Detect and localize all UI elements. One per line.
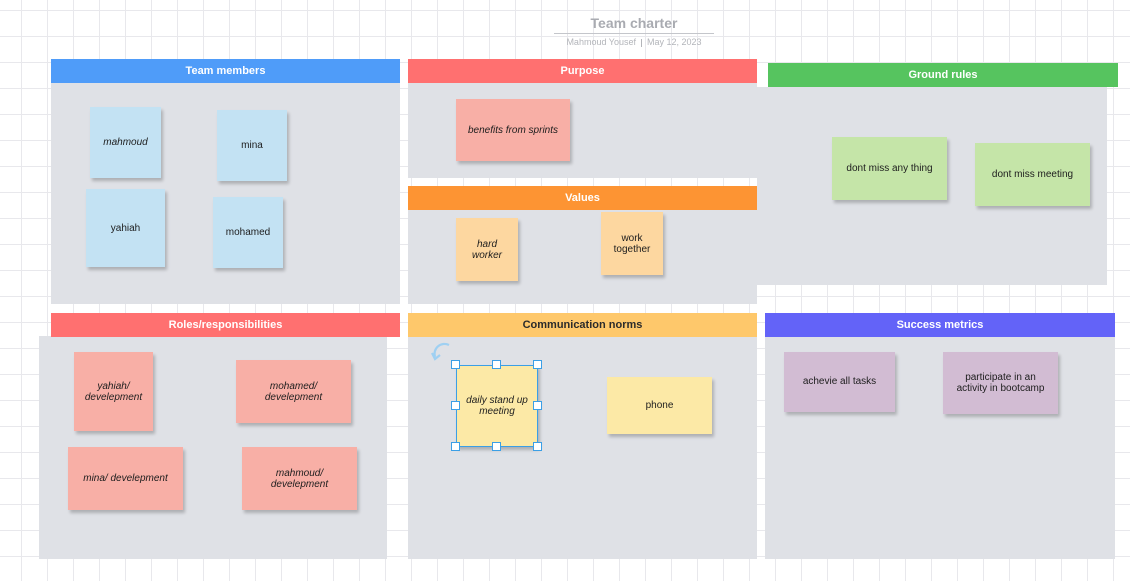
resize-handle-bottom-left[interactable] <box>451 442 460 451</box>
board-title-block: Team charter Mahmoud Yousef May 12, 2023 <box>554 15 714 47</box>
sticky-note-mohamed-role[interactable]: mohamed/ develepment <box>236 360 351 423</box>
board-meta: Mahmoud Yousef May 12, 2023 <box>554 37 714 47</box>
panel-header-team-members[interactable]: Team members <box>51 59 400 83</box>
resize-handle-top-right[interactable] <box>533 360 542 369</box>
sticky-note-hard-worker[interactable]: hard worker <box>456 218 518 281</box>
sticky-note-benefits[interactable]: benefits from sprints <box>456 99 570 161</box>
panel-header-values[interactable]: Values <box>408 186 757 210</box>
panel-header-success[interactable]: Success metrics <box>765 313 1115 337</box>
resize-handle-right[interactable] <box>533 401 542 410</box>
sticky-note-work-together[interactable]: work together <box>601 212 663 275</box>
rotate-handle-icon[interactable] <box>431 340 453 362</box>
sticky-note-mina-role[interactable]: mina/ develepment <box>68 447 183 510</box>
sticky-note-dont-miss-meeting[interactable]: dont miss meeting <box>975 143 1090 206</box>
panel-header-communication[interactable]: Communication norms <box>408 313 757 337</box>
panel-header-roles[interactable]: Roles/responsibilities <box>51 313 400 337</box>
selection-box[interactable] <box>456 365 538 447</box>
sticky-note-mahmoud[interactable]: mahmoud <box>90 107 161 178</box>
meta-divider <box>641 38 642 47</box>
sticky-note-phone[interactable]: phone <box>607 377 712 434</box>
sticky-note-mohamed[interactable]: mohamed <box>213 197 283 268</box>
sticky-note-mahmoud-role[interactable]: mahmoud/ develepment <box>242 447 357 510</box>
panel-header-purpose[interactable]: Purpose <box>408 59 757 83</box>
sticky-note-dont-miss-any-thing[interactable]: dont miss any thing <box>832 137 947 200</box>
sticky-note-mina[interactable]: mina <box>217 110 287 181</box>
page-title[interactable]: Team charter <box>554 15 714 34</box>
sticky-note-participate-activity[interactable]: participate in an activity in bootcamp <box>943 352 1058 414</box>
resize-handle-top[interactable] <box>492 360 501 369</box>
resize-handle-bottom[interactable] <box>492 442 501 451</box>
resize-handle-left[interactable] <box>451 401 460 410</box>
sticky-note-achieve-all-tasks[interactable]: achevie all tasks <box>784 352 895 412</box>
panel-header-ground-rules[interactable]: Ground rules <box>768 63 1118 87</box>
date-label: May 12, 2023 <box>647 37 702 47</box>
sticky-note-yahiah-role[interactable]: yahiah/ develepment <box>74 352 153 431</box>
resize-handle-bottom-right[interactable] <box>533 442 542 451</box>
sticky-note-yahiah[interactable]: yahiah <box>86 189 165 267</box>
author-label: Mahmoud Yousef <box>566 37 636 47</box>
